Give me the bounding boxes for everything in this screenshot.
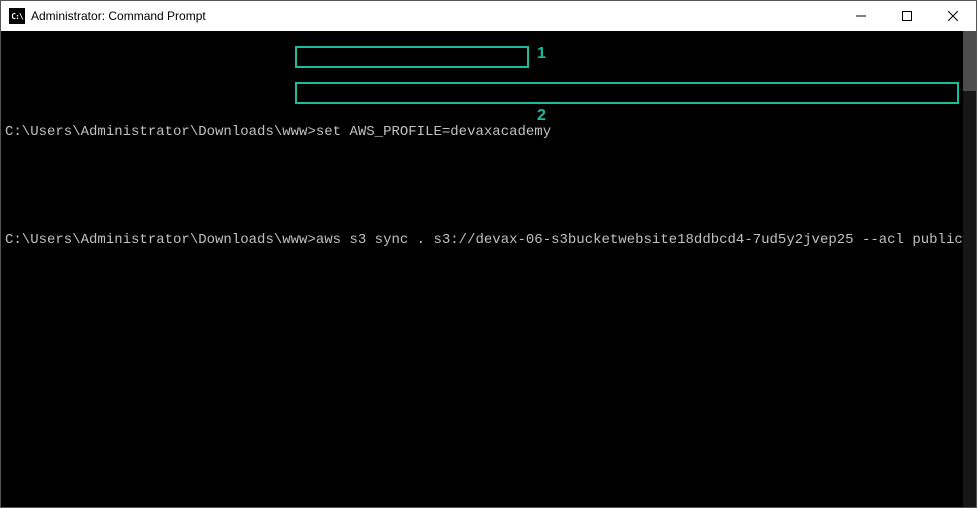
close-icon [948,11,958,21]
terminal-area[interactable]: C:\Users\Administrator\Downloads\www>set… [1,31,976,507]
terminal-content: C:\Users\Administrator\Downloads\www>set… [1,31,963,507]
terminal-line: C:\Users\Administrator\Downloads\www>aws… [5,231,963,249]
command-text: aws s3 sync . s3://devax-06-s3bucketwebs… [316,232,976,248]
window-controls [838,1,976,31]
command-text: set AWS_PROFILE=devaxacademy [316,124,551,140]
close-button[interactable] [930,1,976,31]
cmd-icon: C:\ [9,8,25,24]
titlebar[interactable]: C:\ Administrator: Command Prompt [1,1,976,31]
annotation-box-1 [295,46,529,68]
maximize-button[interactable] [884,1,930,31]
prompt: C:\Users\Administrator\Downloads\www> [5,232,316,248]
prompt: C:\Users\Administrator\Downloads\www> [5,124,316,140]
minimize-button[interactable] [838,1,884,31]
terminal-line: C:\Users\Administrator\Downloads\www>set… [5,123,963,141]
annotation-label-1: 1 [537,45,546,63]
window-title: Administrator: Command Prompt [31,9,206,23]
vertical-scrollbar[interactable] [963,31,976,507]
minimize-icon [856,11,866,21]
command-prompt-window: C:\ Administrator: Command Prompt C:\Use… [0,0,977,508]
maximize-icon [902,11,912,21]
scrollbar-thumb[interactable] [963,31,976,91]
